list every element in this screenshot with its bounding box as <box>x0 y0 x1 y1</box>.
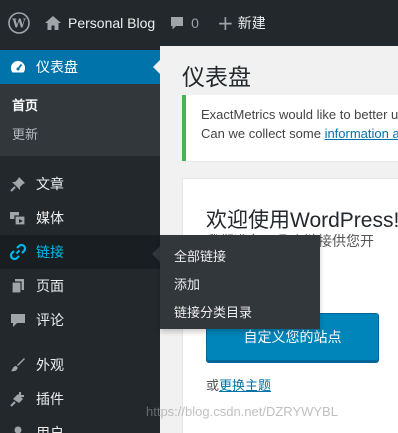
paintbrush-icon <box>0 356 36 374</box>
sidebar-item-users[interactable]: 用户 <box>0 416 160 433</box>
user-icon <box>0 424 36 433</box>
notice-text: ExactMetrics would like to better u <box>201 107 398 122</box>
page-title: 仪表盘 <box>182 64 251 90</box>
submenu-home[interactable]: 首页 <box>12 95 38 114</box>
sidebar-item-label: 用户 <box>36 425 64 433</box>
home-icon <box>45 16 61 30</box>
watermark: https://blog.csdn.net/DZRYWYBL <box>146 404 338 419</box>
dashboard-icon <box>0 58 36 76</box>
change-theme-link[interactable]: 更换主题 <box>219 378 271 393</box>
flyout-item-link-categories[interactable]: 链接分类目录 <box>174 302 252 321</box>
comment-icon <box>171 17 184 30</box>
sidebar-item-label: 仪表盘 <box>36 59 78 75</box>
site-name-label: Personal Blog <box>68 15 156 31</box>
plus-icon: + <box>216 11 234 35</box>
site-name-link[interactable]: Personal Blog <box>44 0 155 46</box>
sidebar-item-media[interactable]: 媒体 <box>0 201 160 235</box>
link-icon <box>0 243 36 261</box>
links-flyout-menu: 全部链接 添加 链接分类目录 <box>160 235 320 329</box>
sidebar-item-dashboard[interactable]: 仪表盘 <box>0 50 161 84</box>
submenu-updates[interactable]: 更新 <box>12 124 38 143</box>
exactmetrics-notice: ExactMetrics would like to better u Can … <box>182 95 398 161</box>
comments-link[interactable]: 0 <box>169 0 199 46</box>
notice-question: Can we collect some information a <box>201 126 398 141</box>
sidebar-item-label: 媒体 <box>36 210 64 226</box>
wordpress-logo-icon[interactable]: W <box>2 0 36 46</box>
flyout-arrow <box>152 246 160 262</box>
current-menu-arrow <box>153 59 161 75</box>
sidebar-item-pages[interactable]: 页面 <box>0 269 160 303</box>
sidebar-item-label: 链接 <box>36 244 64 260</box>
sidebar-item-label: 外观 <box>36 357 64 373</box>
notice-question-text: Can we collect some <box>201 126 325 141</box>
sidebar-item-plugins[interactable]: 插件 <box>0 382 160 416</box>
sidebar-item-label: 文章 <box>36 176 64 192</box>
sidebar-item-posts[interactable]: 文章 <box>0 167 160 201</box>
flyout-item-all-links[interactable]: 全部链接 <box>174 246 226 265</box>
admin-sidebar: 仪表盘 首页 更新 文章 媒体 链接 页面 评论 外观 插件 用户 <box>0 46 161 433</box>
sidebar-item-label: 评论 <box>36 312 64 328</box>
pushpin-icon <box>0 175 36 193</box>
dashboard-submenu: 首页 更新 <box>0 84 160 156</box>
admin-bar: W Personal Blog 0 + 新建 <box>0 0 398 46</box>
change-theme-line: 或更换主题 <box>206 375 271 394</box>
plugin-icon <box>0 390 36 408</box>
sidebar-item-label: 页面 <box>36 278 64 294</box>
flyout-item-add-link[interactable]: 添加 <box>174 274 200 293</box>
change-theme-prefix: 或 <box>206 378 220 393</box>
sidebar-item-comments[interactable]: 评论 <box>0 303 160 337</box>
notice-info-link[interactable]: information a <box>325 126 398 141</box>
new-content-button[interactable]: + 新建 <box>217 0 266 46</box>
comment-icon <box>0 311 36 329</box>
sidebar-item-links[interactable]: 链接 <box>0 235 160 269</box>
comment-count: 0 <box>191 15 199 31</box>
sidebar-item-appearance[interactable]: 外观 <box>0 348 160 382</box>
welcome-title: 欢迎使用WordPress! <box>206 209 398 232</box>
pages-icon <box>0 277 36 295</box>
sidebar-item-label: 插件 <box>36 391 64 407</box>
media-icon <box>0 209 36 227</box>
new-label: 新建 <box>237 15 266 31</box>
svg-text:W: W <box>11 17 26 31</box>
